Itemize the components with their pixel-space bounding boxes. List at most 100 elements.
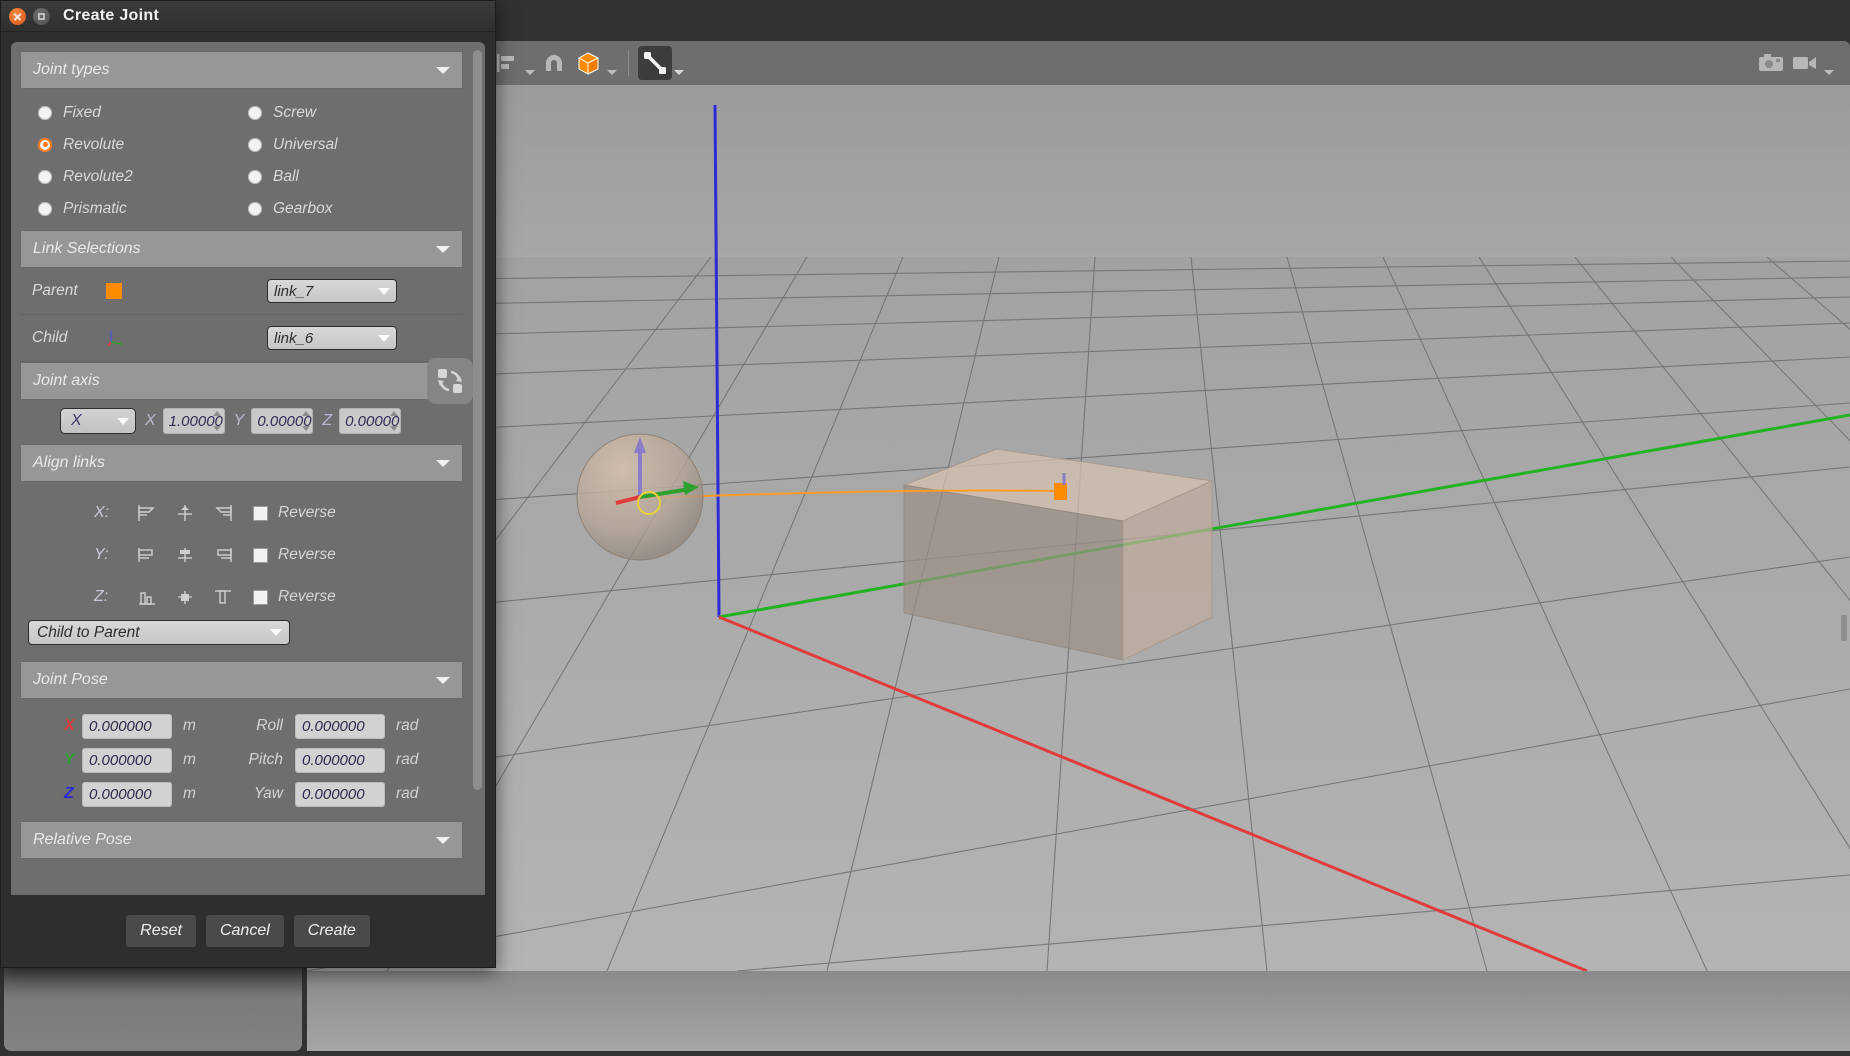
group-link-selections[interactable]: Link Selections: [20, 230, 463, 268]
joint-pose-body: X 0.000000 m Roll 0.000000 rad Y 0.00000…: [20, 699, 463, 821]
pitch-label: Pitch: [248, 751, 283, 768]
reverse-y-label: Reverse: [278, 546, 336, 563]
radio-icon-selected: [38, 137, 52, 152]
shape-button[interactable]: [571, 46, 605, 80]
video-camera-icon: [1793, 57, 1816, 69]
roll-value: 0.000000: [302, 717, 365, 735]
align-z-center-icon[interactable]: [166, 584, 204, 610]
align-z-min-icon[interactable]: [128, 584, 166, 610]
radio-ball[interactable]: Ball: [248, 163, 463, 190]
snap-button[interactable]: [537, 46, 571, 80]
align-links-body: X: Reverse Y: Reverse Z: Reverse Child t…: [20, 482, 463, 661]
reverse-z-checkbox[interactable]: [253, 589, 268, 605]
box-link: [902, 448, 1214, 661]
axis-y-input[interactable]: 0.00000: [251, 408, 314, 434]
viewport-resize-handle[interactable]: [1841, 615, 1847, 641]
record-dropdown-caret[interactable]: [1822, 46, 1836, 80]
group-joint-axis[interactable]: Joint axis: [20, 362, 463, 400]
pitch-unit: rad: [396, 751, 419, 768]
joint-link-icon: [644, 52, 666, 74]
joint-dropdown-caret[interactable]: [672, 46, 686, 80]
world-z-axis: [713, 104, 721, 618]
align-y-min-icon[interactable]: [128, 542, 166, 568]
create-button[interactable]: Create: [293, 915, 370, 947]
group-relative-pose[interactable]: Relative Pose: [20, 821, 463, 859]
axis-z-label: Z: [322, 412, 333, 429]
yaw-value: 0.000000: [302, 785, 365, 803]
chevron-down-icon: [378, 334, 390, 342]
reverse-y-checkbox[interactable]: [253, 547, 268, 563]
link-selections-body: Parent link_7 Child link_6: [20, 268, 463, 362]
align-y-center-icon[interactable]: [166, 542, 204, 568]
3d-viewport[interactable]: [307, 85, 1850, 971]
radio-fixed[interactable]: Fixed: [38, 99, 248, 126]
pose-row-y: Y 0.000000 m Pitch 0.000000 rad: [20, 743, 463, 777]
child-link-combo[interactable]: link_6: [267, 326, 397, 350]
pose-y-label: Y: [64, 751, 75, 768]
yaw-input[interactable]: 0.000000: [295, 781, 385, 807]
align-y-max-icon[interactable]: [204, 542, 242, 568]
shape-dropdown-caret[interactable]: [605, 46, 619, 80]
axes-marker: [107, 331, 123, 347]
radio-universal[interactable]: Universal: [248, 131, 463, 158]
reverse-x-checkbox[interactable]: [253, 505, 268, 521]
align-x-max-icon[interactable]: [204, 500, 242, 526]
axis-z-input[interactable]: 0.00000: [339, 408, 402, 434]
radio-screw[interactable]: Screw: [248, 99, 463, 126]
create-joint-dialog: Create Joint Joint types Fixed Screw Rev…: [0, 0, 496, 968]
align-direction-combo[interactable]: Child to Parent: [28, 620, 290, 645]
close-button[interactable]: [9, 7, 26, 25]
group-joint-pose[interactable]: Joint Pose: [20, 661, 463, 699]
pitch-input[interactable]: 0.000000: [295, 747, 385, 773]
chevron-down-icon: [270, 629, 282, 636]
align-x-center-icon[interactable]: [166, 500, 204, 526]
group-title: Joint axis: [33, 372, 100, 389]
record-video-button[interactable]: [1788, 46, 1822, 80]
pose-x-input[interactable]: 0.000000: [82, 713, 172, 739]
maximize-button[interactable]: [33, 7, 50, 25]
radio-label: Revolute: [63, 135, 125, 153]
roll-input[interactable]: 0.000000: [295, 713, 385, 739]
dialog-scroll-content: Joint types Fixed Screw Revolute Univers…: [11, 42, 471, 886]
parent-link-value: link_7: [274, 282, 314, 300]
spinner-arrows[interactable]: [213, 411, 222, 431]
radio-prismatic[interactable]: Prismatic: [38, 195, 248, 222]
group-title: Align links: [33, 454, 106, 471]
align-icon: [497, 54, 514, 72]
group-title: Joint types: [33, 61, 110, 78]
pose-y-input[interactable]: 0.000000: [82, 747, 172, 773]
axis-x-input[interactable]: 1.00000: [162, 408, 225, 434]
axis-preset-combo[interactable]: X: [60, 408, 136, 434]
cancel-button[interactable]: Cancel: [205, 915, 284, 947]
parent-link-combo[interactable]: link_7: [267, 279, 397, 303]
camera-icon: [1759, 54, 1783, 71]
dialog-titlebar: Create Joint: [1, 1, 495, 32]
screenshot-button[interactable]: [1754, 46, 1788, 80]
scrollbar-thumb[interactable]: [473, 50, 482, 790]
pose-z-input[interactable]: 0.000000: [82, 781, 172, 807]
joint-axis-row: X X 1.00000 Y 0.00000 Z 0.00000: [20, 400, 463, 444]
spinner-arrows[interactable]: [389, 411, 398, 431]
screen: Create Joint Joint types Fixed Screw Rev…: [0, 0, 1850, 1056]
radio-revolute[interactable]: Revolute: [38, 131, 248, 158]
reset-button[interactable]: Reset: [126, 915, 196, 947]
radio-revolute2[interactable]: Revolute2: [38, 163, 248, 190]
yaw-label: Yaw: [253, 785, 283, 802]
align-dropdown-caret[interactable]: [523, 46, 537, 80]
radio-icon: [248, 137, 262, 152]
group-joint-types[interactable]: Joint types: [20, 51, 463, 89]
radio-label: Gearbox: [273, 199, 333, 217]
world-x-axis: [718, 615, 1588, 971]
group-align-links[interactable]: Align links: [20, 444, 463, 482]
dialog-scrollbar[interactable]: [473, 46, 482, 895]
align-z-max-icon[interactable]: [204, 584, 242, 610]
swap-links-button[interactable]: [427, 358, 473, 404]
viewport-scene: [307, 104, 1850, 971]
pose-row-x: X 0.000000 m Roll 0.000000 rad: [20, 709, 463, 743]
align-x-min-icon[interactable]: [128, 500, 166, 526]
dialog-scroll-area[interactable]: Joint types Fixed Screw Revolute Univers…: [11, 42, 485, 895]
radio-gearbox[interactable]: Gearbox: [248, 195, 463, 222]
roll-unit: rad: [396, 717, 419, 734]
joint-button[interactable]: [638, 46, 672, 80]
spinner-arrows[interactable]: [301, 411, 310, 431]
